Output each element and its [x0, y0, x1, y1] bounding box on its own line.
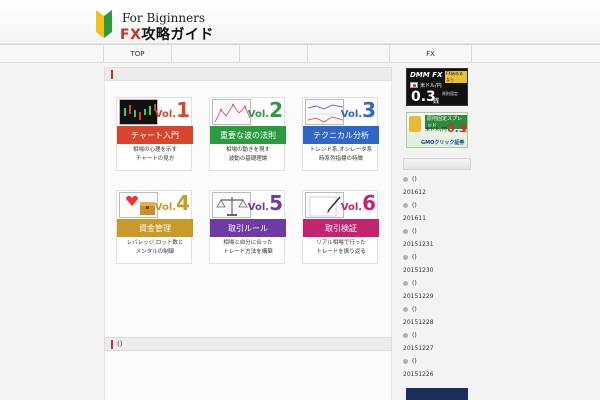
card-description: レバレッジ,ロット数と メンタルの制御: [126, 240, 184, 255]
archive-date[interactable]: 20151231: [403, 241, 434, 248]
dmm-fx-banner[interactable]: DMM FX FX始めるなら 米ドル/円 0.3 銭 原則固定: [406, 68, 468, 106]
nav-item-2[interactable]: [172, 45, 240, 63]
bullet-icon: [403, 359, 408, 364]
beginner-mark-icon: [96, 10, 112, 38]
guide-card-vol5[interactable]: Vol.5 取引ルール 相場と自分に合った トレード方法を構築: [209, 190, 286, 264]
archive-link[interactable]: (): [403, 306, 417, 313]
guide-card-vol1[interactable]: Vol.1 チャート入門 相場の心理を示す チャートの見方: [116, 97, 193, 171]
partial-banner[interactable]: [406, 388, 468, 400]
nav-spacer-left: [0, 45, 104, 63]
card-description: 相場の動きを現す 波動の基礎理論: [225, 147, 270, 162]
treasure-chest-icon: [119, 192, 158, 218]
archive-date[interactable]: 20151230: [403, 267, 434, 274]
logo-text: 攻略ガイド: [141, 27, 214, 43]
card-title: 取引ルール: [210, 219, 286, 237]
card-description: リアル相場で行った トレードを振り返る: [316, 240, 366, 255]
archive-date[interactable]: 20151227: [403, 345, 434, 352]
banner-badge: FX始めるなら: [445, 71, 467, 83]
card-title: テクニカル分析: [303, 126, 379, 144]
archive-date[interactable]: 20151226: [403, 371, 434, 378]
bullet-icon: [403, 229, 408, 234]
site-header: For Biginners FX攻略ガイド: [0, 0, 600, 44]
banner-unit: 銭: [462, 128, 468, 134]
archive-link[interactable]: (): [403, 176, 417, 183]
indicator-chart-icon: [305, 99, 344, 125]
archive-link[interactable]: (): [403, 358, 417, 365]
banner-unit: 銭: [433, 98, 440, 105]
archive-link[interactable]: (): [403, 254, 417, 261]
logo-prefix: FX: [120, 27, 142, 43]
nav-item-top[interactable]: TOP: [104, 45, 172, 63]
archive-date[interactable]: 201612: [403, 189, 426, 196]
gmo-click-banner[interactable]: 原則固定スプレッド 米ドル/円 0.3 銭 GMOクリック証券: [406, 112, 468, 148]
guide-card-vol3[interactable]: Vol.3 テクニカル分析 トレンド系,オシレータ系 時系列指標の特徴: [302, 97, 379, 171]
guide-card-vol6[interactable]: Vol.6 取引検証 リアル相場で行った トレードを振り返る: [302, 190, 379, 264]
vol-label: Vol.3: [340, 98, 376, 122]
trophy-icon: [409, 116, 421, 132]
wave-chart-icon: [212, 99, 251, 125]
banner-note: 原則固定: [442, 91, 458, 96]
card-description: 相場の心理を示す チャートの見方: [132, 147, 177, 162]
archive-link[interactable]: (): [403, 280, 417, 287]
pen-notepad-icon: [305, 192, 344, 218]
section-heading-posts: (): [104, 337, 392, 351]
global-nav: TOP FX: [0, 44, 600, 63]
banner-brand: DMM FX: [410, 71, 443, 79]
archive-link[interactable]: (): [403, 202, 417, 209]
archive-date[interactable]: 20151228: [403, 319, 434, 326]
archive-link[interactable]: (): [403, 332, 417, 339]
bullet-icon: [403, 333, 408, 338]
flag-icon: [410, 82, 418, 88]
candlestick-chart-icon: [119, 99, 158, 125]
card-title: 重要な波の法則: [210, 126, 286, 144]
nav-item-4[interactable]: [308, 45, 390, 63]
section-heading-guide: [104, 67, 392, 81]
nav-item-fx[interactable]: FX: [390, 45, 472, 63]
heading-accent-bar: [111, 339, 113, 349]
vol-label: Vol.1: [154, 98, 190, 122]
nav-item-3[interactable]: [240, 45, 308, 63]
archive-date[interactable]: 201611: [403, 215, 426, 222]
scales-icon: [212, 192, 251, 218]
archive-heading: [403, 158, 471, 170]
heading-accent-bar: [111, 69, 113, 79]
vol-label: Vol.6: [340, 191, 376, 215]
bullet-icon: [403, 307, 408, 312]
archive-link[interactable]: (): [403, 228, 417, 235]
bullet-icon: [403, 177, 408, 182]
card-title: 資金管理: [117, 219, 193, 237]
card-description: トレンド系,オシレータ系 時系列指標の特徴: [309, 147, 373, 162]
card-title: 取引検証: [303, 219, 379, 237]
vol-label: Vol.5: [247, 191, 283, 215]
bullet-icon: [403, 255, 408, 260]
vol-label: Vol.2: [247, 98, 283, 122]
guide-card-vol4[interactable]: Vol.4 資金管理 レバレッジ,ロット数と メンタルの制御: [116, 190, 193, 264]
bullet-icon: [403, 281, 408, 286]
bullet-icon: [403, 203, 408, 208]
archive-date[interactable]: 20151229: [403, 293, 434, 300]
banner-pair: 米ドル/円: [420, 83, 442, 89]
site-tagline: For Biginners: [122, 11, 206, 25]
vol-label: Vol.4: [154, 191, 190, 215]
card-title: チャート入門: [117, 126, 193, 144]
nav-spacer-right: [472, 45, 600, 63]
site-logo[interactable]: FX攻略ガイド: [120, 24, 214, 44]
guide-card-vol2[interactable]: Vol.2 重要な波の法則 相場の動きを現す 波動の基礎理論: [209, 97, 286, 171]
card-description: 相場と自分に合った トレード方法を構築: [223, 240, 273, 255]
section-title: (): [117, 340, 123, 348]
banner-pair: 米ドル/円: [425, 127, 447, 133]
banner-brand: GMOクリック証券: [421, 140, 465, 146]
